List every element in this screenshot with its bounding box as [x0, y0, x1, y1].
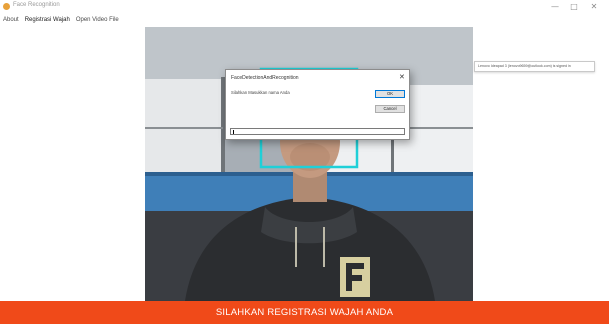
minimize-button[interactable]: —: [548, 1, 562, 12]
app-window: Face Recognition — □ ✕ About Registrasi …: [0, 0, 609, 324]
name-input-field[interactable]: [230, 128, 405, 135]
notification-text: Lenovo Ideapad 3 (lenovo9659@outlook.com…: [478, 64, 571, 68]
text-caret: [233, 130, 234, 134]
name-input-dialog: FaceDetectionAndRecognition ✕ Silahkan M…: [225, 69, 410, 140]
menu-item-about[interactable]: About: [3, 15, 19, 26]
ok-button[interactable]: OK: [375, 90, 405, 98]
window-title: Face Recognition: [13, 2, 60, 8]
app-icon: [3, 3, 10, 10]
cancel-button[interactable]: Cancel: [375, 105, 405, 113]
menu-item-open-video-file[interactable]: Open Video File: [76, 15, 119, 26]
banner-text: SILAHKAN REGISTRASI WAJAH ANDA: [215, 307, 394, 318]
dialog-close-icon[interactable]: ✕: [399, 73, 405, 81]
menu-bar: About Registrasi Wajah Open Video File: [0, 15, 119, 26]
menu-item-registrasi-wajah[interactable]: Registrasi Wajah: [25, 15, 70, 26]
maximize-button[interactable]: □: [567, 1, 581, 12]
dialog-prompt: Silahkan Masukkan nama Anda: [231, 90, 290, 95]
title-bar: Face Recognition — □ ✕: [0, 0, 609, 14]
instruction-banner: SILAHKAN REGISTRASI WAJAH ANDA: [0, 301, 609, 324]
signin-notification[interactable]: Lenovo Ideapad 3 (lenovo9659@outlook.com…: [474, 61, 595, 72]
close-button[interactable]: ✕: [587, 1, 601, 12]
dialog-title: FaceDetectionAndRecognition: [231, 75, 299, 81]
